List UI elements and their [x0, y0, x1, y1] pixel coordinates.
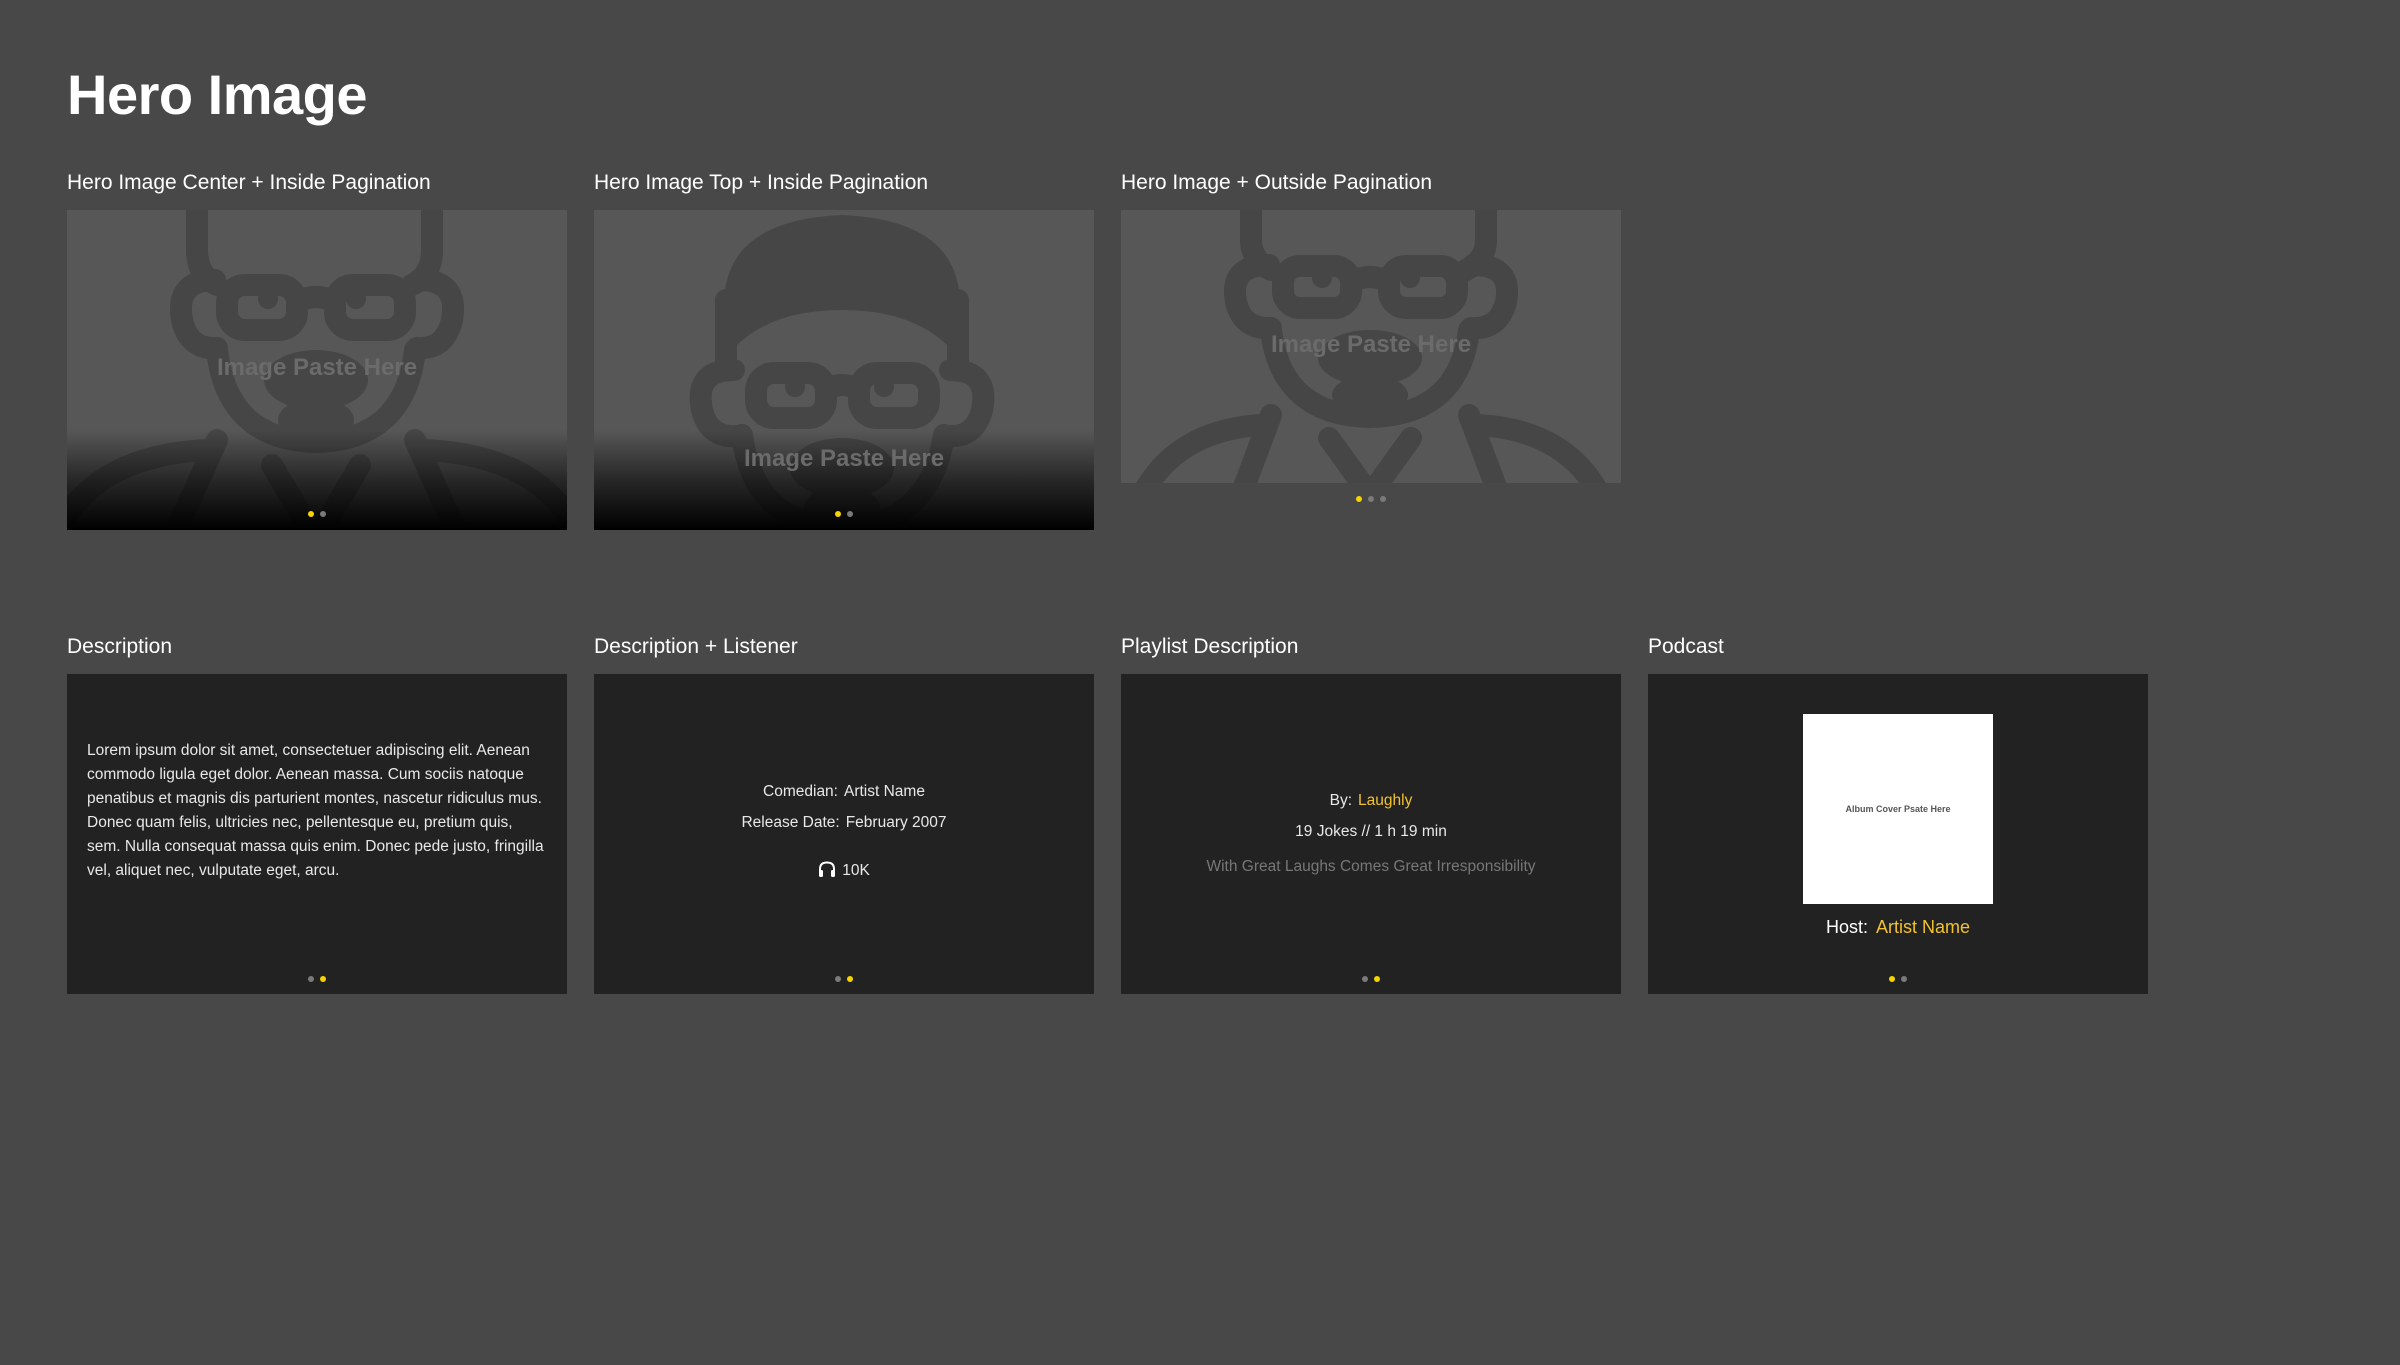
playlist-description-card: By: Laughly 19 Jokes // 1 h 19 min With G…	[1121, 674, 1621, 994]
host-row: Host: Artist Name	[1648, 917, 2148, 938]
section-label-hero-center: Hero Image Center + Inside Pagination	[67, 171, 431, 194]
image-placeholder-text: Image Paste Here	[743, 445, 945, 472]
album-cover-placeholder-text: Album Cover Psate Here	[1845, 804, 1951, 814]
hero-card-center[interactable]: Image Paste Here	[67, 210, 567, 530]
hero-image: Image Paste Here	[1121, 210, 1621, 483]
pagination[interactable]	[594, 976, 1094, 982]
listener-count: 10K	[842, 862, 870, 879]
comedian-row: Comedian: Artist Name	[594, 783, 1094, 801]
playlist-tagline: With Great Laughs Comes Great Irresponsi…	[1206, 858, 1536, 875]
pagination-dot[interactable]	[1368, 496, 1374, 502]
description-text: Lorem ipsum dolor sit amet, consectetuer…	[87, 742, 544, 879]
pagination-dot[interactable]	[308, 976, 314, 982]
description-card: Lorem ipsum dolor sit amet, consectetuer…	[67, 674, 567, 994]
pagination[interactable]	[594, 511, 1094, 517]
pagination-dot-active[interactable]	[847, 976, 853, 982]
pagination[interactable]	[1648, 976, 2148, 982]
section-label-hero-top: Hero Image Top + Inside Pagination	[594, 171, 929, 194]
image-placeholder-text: Image Paste Here	[1270, 331, 1472, 358]
pagination[interactable]	[1121, 496, 1621, 502]
pagination-dot-active[interactable]	[835, 511, 841, 517]
pagination-dot-active[interactable]	[1889, 976, 1895, 982]
hero-card-outside[interactable]: Image Paste Here	[1121, 210, 1621, 510]
headphones-icon	[819, 861, 836, 877]
hero-card-top[interactable]: Image Paste Here	[594, 210, 1094, 530]
by-label: By:	[1329, 792, 1353, 809]
pagination-dot-active[interactable]	[308, 511, 314, 517]
page-title: Hero Image	[67, 63, 368, 126]
section-label-playlist-description: Playlist Description	[1121, 635, 1299, 658]
release-date-row: Release Date: February 2007	[594, 814, 1094, 832]
pagination-dot[interactable]	[835, 976, 841, 982]
image-placeholder-text: Image Paste Here	[216, 354, 418, 381]
playlist-author-link[interactable]: Laughly	[1358, 792, 1412, 809]
pagination-dot[interactable]	[320, 511, 326, 517]
section-label-podcast: Podcast	[1648, 635, 1724, 658]
comedian-label: Comedian:	[763, 783, 838, 800]
pagination[interactable]	[67, 511, 567, 517]
section-label-hero-outside: Hero Image + Outside Pagination	[1121, 171, 1433, 194]
release-date-value: February 2007	[845, 814, 947, 831]
pagination-dot[interactable]	[847, 511, 853, 517]
listener-row: 10K	[594, 861, 1094, 880]
podcast-card: Album Cover Psate Here Host: Artist Name	[1648, 674, 2148, 994]
pagination-dot[interactable]	[1362, 976, 1368, 982]
section-label-description: Description	[67, 635, 173, 658]
description-listener-card: Comedian: Artist Name Release Date: Februa…	[594, 674, 1094, 994]
pagination-dot-active[interactable]	[320, 976, 326, 982]
host-name-link[interactable]: Artist Name	[1876, 917, 1970, 937]
pagination[interactable]	[67, 976, 567, 982]
playlist-stats: 19 Jokes // 1 h 19 min	[1295, 823, 1447, 840]
pagination[interactable]	[1121, 976, 1621, 982]
pagination-dot-active[interactable]	[1374, 976, 1380, 982]
host-label: Host:	[1825, 917, 1868, 937]
comedian-value: Artist Name	[844, 783, 925, 800]
pagination-dot-active[interactable]	[1356, 496, 1362, 502]
section-label-description-listener: Description + Listener	[594, 635, 798, 658]
release-date-label: Release Date:	[741, 814, 840, 831]
pagination-dot[interactable]	[1901, 976, 1907, 982]
album-cover[interactable]: Album Cover Psate Here	[1803, 714, 1993, 904]
playlist-author-row: By: Laughly	[1121, 792, 1621, 810]
pagination-dot[interactable]	[1380, 496, 1386, 502]
